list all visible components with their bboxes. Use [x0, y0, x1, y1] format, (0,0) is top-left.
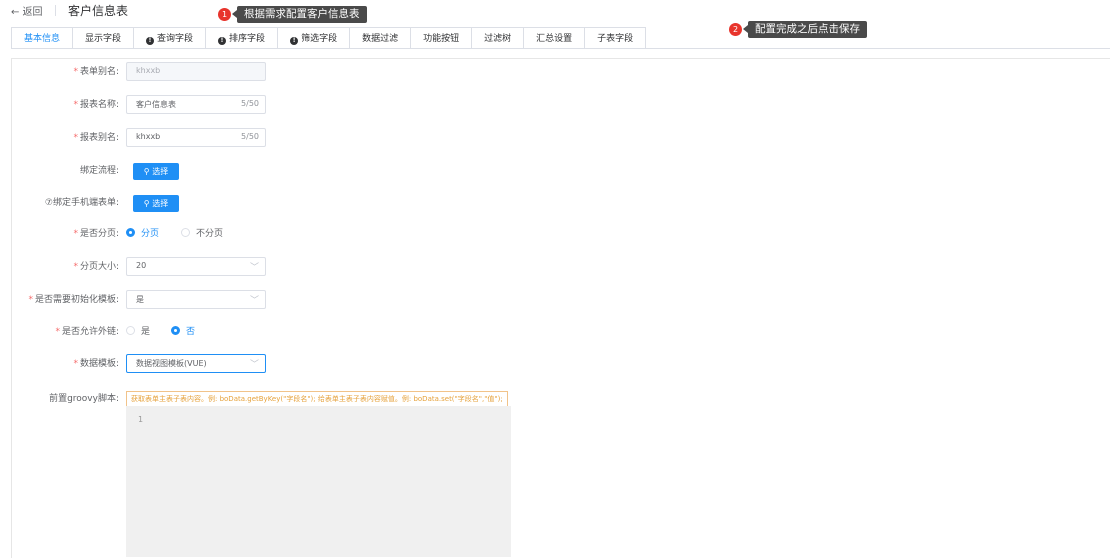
tab-label: 子表字段: [597, 34, 634, 44]
report-alias-input[interactable]: khxxb 5/50: [126, 128, 266, 147]
search-icon: ⚲: [143, 167, 150, 176]
init-template-value: 是: [136, 295, 144, 304]
report-name-value: 客户信息表: [136, 100, 176, 109]
tab-label: 功能按钮: [423, 34, 460, 44]
back-link[interactable]: ← 返回: [11, 3, 43, 18]
info-icon: !: [290, 37, 299, 45]
bind-mobile-label: ⑦绑定手机端表单:: [44, 198, 119, 208]
paging-label: * 是否分页:: [73, 229, 119, 239]
data-template-label: * 数据模板:: [73, 359, 119, 369]
radio-checked-icon: [126, 228, 135, 237]
tab-sort-fields[interactable]: ! 排序字段: [205, 27, 279, 49]
tab-divider: [11, 48, 1110, 49]
radio-label: 否: [186, 327, 196, 337]
tab-display-fields[interactable]: 显示字段: [72, 27, 135, 49]
report-alias-count: 5/50: [241, 132, 259, 141]
allow-external-radio-no[interactable]: 否: [171, 326, 195, 338]
tab-summary-settings[interactable]: 汇总设置: [523, 27, 586, 49]
page-size-value: 20: [136, 261, 147, 270]
callout-tip-2: 配置完成之后点击保存: [743, 21, 867, 38]
callout-badge-2: 2: [729, 23, 742, 36]
form-alias-input[interactable]: khxxb: [126, 62, 266, 81]
tab-label: 显示字段: [85, 34, 122, 44]
bind-mobile-select-button[interactable]: ⚲ 选择: [133, 195, 179, 212]
tab-label: 过滤树: [484, 34, 512, 44]
info-icon: !: [218, 37, 227, 45]
paging-radio-yes[interactable]: 分页: [126, 228, 159, 240]
radio-unchecked-icon: [181, 228, 190, 237]
tab-subtable-fields[interactable]: 子表字段: [584, 27, 647, 49]
tab-label: 基本信息: [24, 34, 61, 44]
callout-badge-1: 1: [218, 8, 231, 21]
tab-filter-fields[interactable]: ! 筛选字段: [277, 27, 351, 49]
bind-flow-select-button[interactable]: ⚲ 选择: [133, 163, 179, 180]
report-alias-label: * 报表别名:: [73, 133, 119, 143]
radio-checked-icon: [171, 326, 180, 335]
chevron-down-icon: ﹀: [249, 296, 259, 306]
paging-radio-no[interactable]: 不分页: [181, 228, 223, 240]
callout-tip-1: 根据需求配置客户信息表: [232, 6, 367, 23]
bind-flow-label: 绑定流程:: [79, 166, 119, 176]
form-alias-label: * 表单别名:: [73, 67, 119, 77]
chevron-down-icon: ﹀: [249, 263, 259, 273]
tab-bar: 基本信息 显示字段 ! 查询字段 ! 排序字段 ! 筛选字段 数据过滤 功能按钮 过滤…: [11, 27, 647, 49]
page-size-label: * 分页大小:: [73, 262, 119, 272]
form-alias-value: khxxb: [136, 66, 161, 75]
init-template-label: * 是否需要初始化模板:: [28, 295, 119, 305]
tab-label: 排序字段: [229, 34, 266, 44]
tab-query-fields[interactable]: ! 查询字段: [133, 27, 207, 49]
tab-label: 筛选字段: [301, 34, 338, 44]
tab-label: 汇总设置: [536, 34, 573, 44]
line-number: 1: [138, 415, 144, 424]
radio-label: 分页: [141, 229, 160, 239]
button-label: 选择: [152, 167, 169, 176]
allow-external-radio-yes[interactable]: 是: [126, 326, 150, 338]
tab-data-filter[interactable]: 数据过滤: [349, 27, 412, 49]
button-label: 选择: [152, 199, 169, 208]
groovy-code-editor[interactable]: 1: [126, 406, 511, 557]
init-template-select[interactable]: 是 ﹀: [126, 290, 266, 309]
tab-filter-tree[interactable]: 过滤树: [471, 27, 525, 49]
tab-basic-info[interactable]: 基本信息: [11, 27, 74, 49]
report-name-label: * 报表名称:: [73, 100, 119, 110]
tab-function-buttons[interactable]: 功能按钮: [410, 27, 473, 49]
data-template-value: 数据视图模板(VUE): [136, 359, 207, 368]
chevron-down-icon: ﹀: [249, 360, 259, 370]
radio-label: 是: [141, 327, 151, 337]
report-name-count: 5/50: [241, 99, 259, 108]
radio-label: 不分页: [196, 229, 224, 239]
groovy-script-label: 前置groovy脚本:: [49, 394, 119, 404]
allow-external-label: * 是否允许外链:: [55, 327, 119, 337]
data-template-select[interactable]: 数据视图模板(VUE) ﹀: [126, 354, 266, 373]
info-icon: !: [146, 37, 155, 45]
radio-unchecked-icon: [126, 326, 135, 335]
page-size-select[interactable]: 20 ﹀: [126, 257, 266, 276]
report-alias-value: khxxb: [136, 132, 161, 141]
page-title: 客户信息表: [68, 4, 129, 18]
header-divider: [55, 5, 56, 16]
search-icon: ⚲: [143, 199, 150, 208]
tab-label: 数据过滤: [362, 34, 399, 44]
report-name-input[interactable]: 客户信息表 5/50: [126, 95, 266, 114]
tab-label: 查询字段: [157, 34, 194, 44]
groovy-hint: 获取表单主表子表内容。例: boData.getByKey("字段名"); 给表…: [126, 391, 508, 407]
